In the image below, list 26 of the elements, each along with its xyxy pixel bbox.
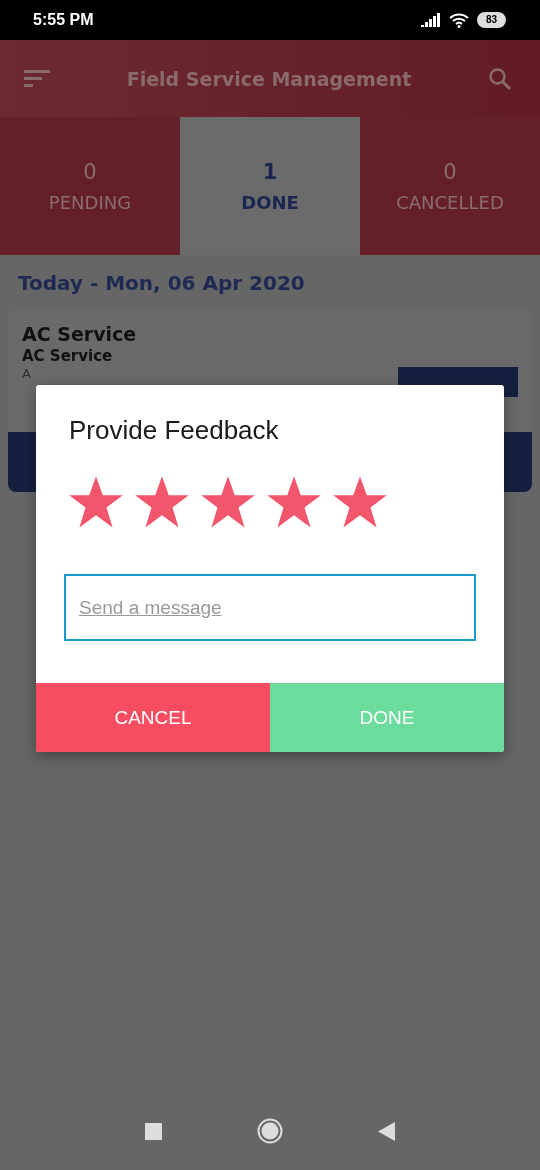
status-tab[interactable]: 0 CANCELLED [360,117,540,255]
back-icon[interactable] [378,1121,395,1141]
message-field[interactable]: Send a message [64,574,476,641]
status-time: 5:55 PM [33,11,94,29]
battery-icon: 83 [476,12,506,28]
done-button[interactable]: DONE [270,683,504,752]
star-icon[interactable] [200,476,256,530]
search-icon[interactable] [488,66,512,91]
date-heading: Today - Mon, 06 Apr 2020 [17,270,306,297]
dialog-title: Provide Feedback [69,415,280,446]
signal-icon [420,13,441,27]
star-icon[interactable] [266,476,322,530]
job-detail: A [22,367,31,381]
status-tab[interactable]: 0 PENDING [0,117,180,255]
star-icon[interactable] [332,476,388,530]
job-subtitle: AC Service [22,347,114,365]
recents-icon[interactable] [145,1122,162,1140]
wifi-icon [448,12,469,28]
job-title: AC Service [22,323,138,345]
app-title: Field Service Management [126,67,412,90]
menu-icon[interactable] [24,69,50,88]
home-icon[interactable] [257,1118,283,1144]
status-tab[interactable]: 1 DONE [180,117,360,255]
star-icon[interactable] [68,476,124,530]
cancel-button[interactable]: CANCEL [36,683,270,752]
star-icon[interactable] [134,476,190,530]
